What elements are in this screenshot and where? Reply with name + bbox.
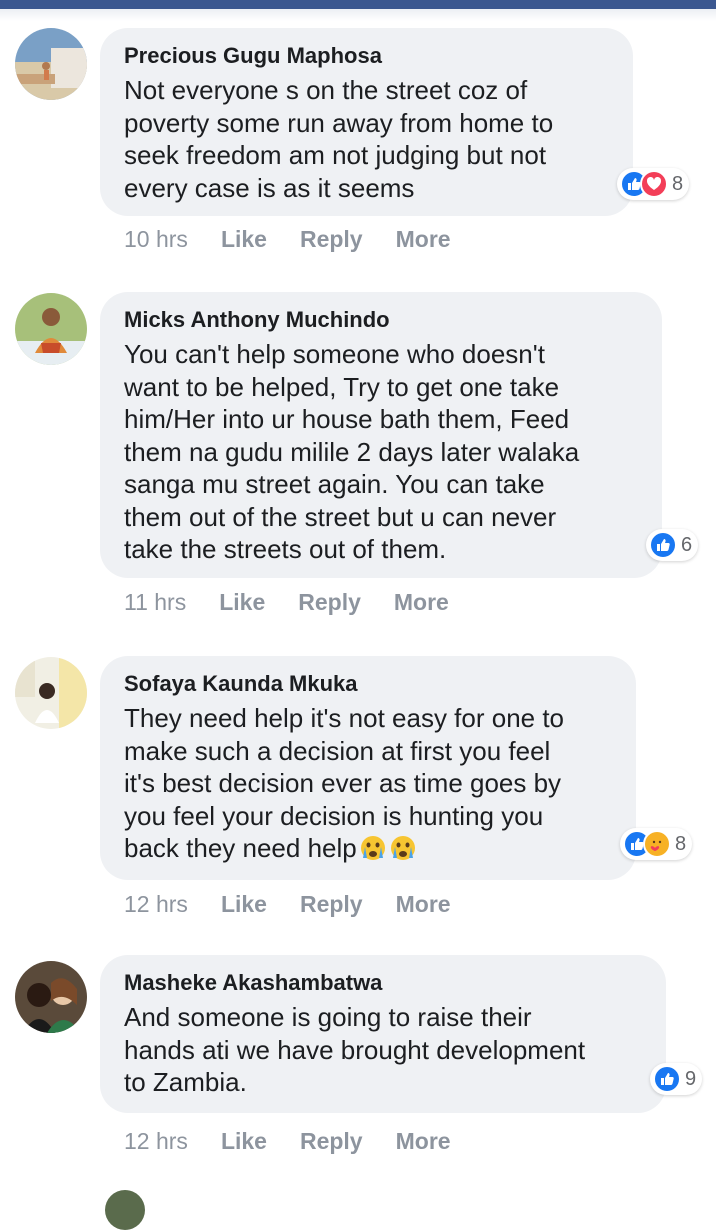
like-button[interactable]: Like [221,891,267,918]
comment-text-content: They need help it's not easy for one to … [124,703,565,863]
more-button[interactable]: More [396,891,451,918]
like-icon [653,1065,681,1093]
reaction-summary[interactable]: 8 [620,828,693,860]
reaction-count: 8 [675,832,687,855]
comment-bubble: Micks Anthony Muchindo You can't help so… [100,292,662,578]
top-app-bar [0,0,716,9]
comment-actions: 12 hrs Like Reply More [124,891,451,918]
comment-actions: 11 hrs Like Reply More [124,589,449,616]
comment-author[interactable]: Micks Anthony Muchindo [124,306,640,334]
avatar[interactable] [15,293,87,365]
comment-text: Not everyone s on the street coz of pove… [124,75,554,203]
comment-bubble: Precious Gugu Maphosa Not everyone s on … [100,28,633,216]
comment-actions: 12 hrs Like Reply More [124,1128,451,1155]
comment-text: And someone is going to raise their hand… [124,1002,586,1097]
reaction-count: 9 [685,1067,697,1090]
crying-face-emoji-icon [390,836,415,860]
comment-timestamp[interactable]: 12 hrs [124,1128,188,1155]
comment-text: They need help it's not easy for one to … [124,702,614,865]
comment-timestamp[interactable]: 12 hrs [124,891,188,918]
like-icon [649,531,677,559]
comment-actions: 10 hrs Like Reply More [124,226,451,253]
avatar[interactable] [15,657,87,729]
reaction-summary[interactable]: 8 [617,168,690,200]
reaction-summary[interactable]: 9 [650,1063,703,1095]
reply-button[interactable]: Reply [300,226,363,253]
care-icon [643,830,671,858]
crying-face-emoji-icon [360,836,385,860]
comment-bubble: Masheke Akashambatwa And someone is goin… [100,955,666,1113]
top-shadow [0,9,716,21]
avatar[interactable] [15,961,87,1033]
reply-button[interactable]: Reply [300,1128,363,1155]
avatar[interactable] [15,28,87,100]
like-button[interactable]: Like [221,1128,267,1155]
comment-author[interactable]: Sofaya Kaunda Mkuka [124,670,614,698]
love-icon [640,170,668,198]
like-button[interactable]: Like [221,226,267,253]
reply-button[interactable]: Reply [300,891,363,918]
avatar-photo-icon [15,657,87,729]
more-button[interactable]: More [396,1128,451,1155]
next-comment-avatar[interactable] [105,1190,145,1230]
avatar-photo-icon [15,293,87,365]
like-button[interactable]: Like [219,589,265,616]
reaction-count: 8 [672,172,684,195]
reaction-summary[interactable]: 6 [646,529,699,561]
comment-timestamp[interactable]: 10 hrs [124,226,188,253]
comment-author[interactable]: Masheke Akashambatwa [124,969,644,997]
more-button[interactable]: More [396,226,451,253]
reply-button[interactable]: Reply [298,589,361,616]
comment-bubble: Sofaya Kaunda Mkuka They need help it's … [100,656,636,880]
comment-timestamp[interactable]: 11 hrs [124,589,186,616]
avatar-photo-icon [15,28,87,100]
more-button[interactable]: More [394,589,449,616]
comment-text: You can't help someone who doesn't want … [124,339,580,564]
comment-author[interactable]: Precious Gugu Maphosa [124,42,611,70]
avatar-photo-icon [15,961,87,1033]
reaction-count: 6 [681,533,693,556]
